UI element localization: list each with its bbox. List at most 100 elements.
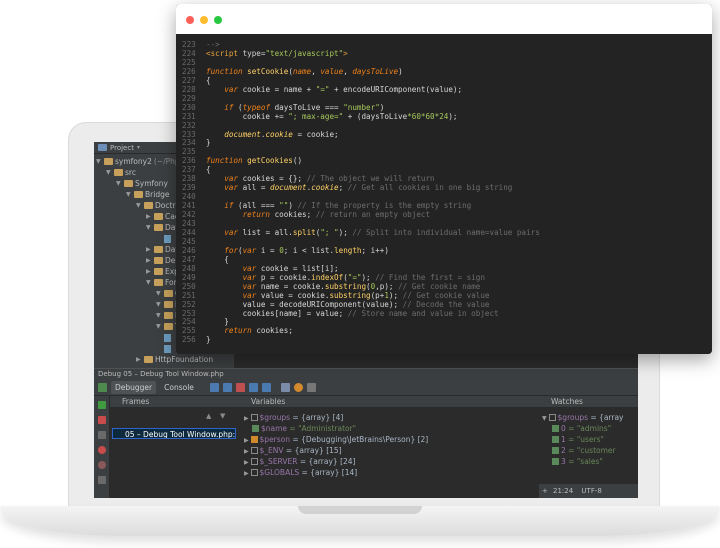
evaluate-icon[interactable] <box>293 383 303 392</box>
rerun-icon[interactable] <box>98 383 107 392</box>
force-step-into-icon[interactable] <box>235 383 245 392</box>
variable-value: = {array} [15] <box>283 446 342 455</box>
debug-toolbar: Debugger Console <box>94 380 638 396</box>
window-titlebar[interactable] <box>176 4 712 34</box>
minimize-window-icon[interactable] <box>200 16 208 24</box>
encoding[interactable]: UTF-8 <box>581 487 601 495</box>
line-number: 233 <box>182 129 196 139</box>
variable-row[interactable]: ▶ $_SERVER = {array} [24] <box>244 456 355 467</box>
code-editor[interactable]: 223 --> 224 <script type="text/javascript">… <box>176 34 712 354</box>
resume-icon[interactable] <box>98 401 106 409</box>
arrow-down-icon[interactable]: ▼ <box>220 412 225 420</box>
folder-icon <box>164 323 173 330</box>
mute-breakpoints-icon[interactable] <box>98 461 106 469</box>
run-to-cursor-icon[interactable] <box>261 383 271 392</box>
code-token: all = <box>242 183 271 193</box>
code-token: } <box>206 138 211 148</box>
tab-debugger[interactable]: Debugger <box>111 381 157 394</box>
watch-row[interactable]: ▼ $groups = {array <box>542 412 624 423</box>
watch-name: $groups <box>557 413 588 422</box>
line-text: var p = cookie.indexOf("="); // Find the… <box>206 273 485 282</box>
watch-row[interactable]: 3 = "sales" <box>552 456 603 467</box>
debug-side-toolbar <box>94 396 110 498</box>
variable-name: $name <box>261 424 288 433</box>
code-token: ); <box>338 227 353 237</box>
code-token: var <box>242 263 261 273</box>
chevron-down-icon: ▶ <box>146 268 151 275</box>
code-token: // Split into individual name=value pair… <box>352 227 540 237</box>
tab-console[interactable]: Console <box>160 381 198 394</box>
tree-item[interactable]: ▶ HttpFoundation <box>136 354 213 365</box>
line-text: { <box>206 255 229 264</box>
chevron-down-icon[interactable]: ▾ <box>137 144 140 151</box>
code-token: // return an empty object <box>315 210 431 220</box>
cursor-position[interactable]: 21:24 <box>553 487 573 495</box>
chevron-down-icon: ▶ <box>136 356 141 363</box>
watches-header-label: Watches <box>551 397 583 406</box>
variable-row[interactable]: ▶ $groups = {array} [4] <box>244 412 343 423</box>
frames-icon[interactable] <box>280 383 290 392</box>
variable-row[interactable]: ▶ $person = {Debugging\JetBrains\Person}… <box>244 434 428 445</box>
code-token: ) <box>398 66 403 76</box>
code-token: } <box>206 335 211 345</box>
line-text: var cookie = name + "=" + encodeURICompo… <box>206 85 462 94</box>
stop-icon[interactable] <box>98 416 106 424</box>
arrow-up-icon[interactable]: ▲ <box>206 412 211 420</box>
line-number: 245 <box>182 236 196 246</box>
gear-icon[interactable] <box>98 476 106 484</box>
tree-item[interactable] <box>156 332 173 343</box>
step-over-icon[interactable] <box>209 383 219 392</box>
code-token: "text/javascript" <box>265 48 344 58</box>
step-out-icon[interactable] <box>248 383 258 392</box>
code-token: split <box>292 227 316 237</box>
code-token: var <box>224 183 243 193</box>
file-icon <box>164 344 171 353</box>
code-token: typeof <box>242 102 275 112</box>
breakpoints-icon[interactable] <box>98 446 106 454</box>
watch-row[interactable]: 0 = "admins" <box>552 423 611 434</box>
maximize-window-icon[interactable] <box>214 16 222 24</box>
line-number: 238 <box>182 174 196 184</box>
line-text: function getCookies() <box>206 156 302 165</box>
tree-item-label: Symfony <box>135 179 168 188</box>
line-number: 241 <box>182 201 196 211</box>
tree-item[interactable] <box>156 343 173 354</box>
array-icon <box>250 469 258 476</box>
variable-row[interactable]: $name = "Administrator" <box>252 423 356 434</box>
tree-item[interactable]: ▼ Symfony <box>116 178 168 189</box>
folder-icon <box>154 268 163 275</box>
chevron-down-icon: ▼ <box>156 323 161 330</box>
step-into-icon[interactable] <box>222 383 232 392</box>
tree-item[interactable]: ▼ Bridge <box>126 189 169 200</box>
add-watch-icon[interactable]: + <box>542 484 548 498</box>
line-text: if (typeof daysToLive === "number") <box>206 103 384 112</box>
folder-icon <box>164 312 173 319</box>
variables-header: Variables <box>239 396 539 408</box>
frame-selected[interactable]: 05 – Debug Tool Window.php:23 <box>112 428 236 439</box>
array-icon <box>250 414 258 421</box>
line-text: value = decodeURIComponent(value); // De… <box>206 300 490 309</box>
line-number: 232 <box>182 120 196 130</box>
tree-item[interactable] <box>156 233 173 244</box>
line-text: cookies[name] = value; // Store name and… <box>206 309 499 318</box>
code-token: name <box>292 66 312 76</box>
watch-row[interactable]: 1 = "users" <box>552 434 604 445</box>
variable-row[interactable]: ▶ $GLOBALS = {array} [14] <box>244 467 357 478</box>
variable-row[interactable]: ▶ $_ENV = {array} [15] <box>244 445 342 456</box>
watch-row[interactable]: 2 = "customer <box>552 445 616 456</box>
close-window-icon[interactable] <box>186 16 194 24</box>
string-icon <box>552 425 559 432</box>
tree-item[interactable]: ▼ src <box>106 167 136 178</box>
settings-icon[interactable] <box>306 383 316 392</box>
pause-icon[interactable] <box>98 431 106 439</box>
code-token: cookies = {}; <box>242 174 307 184</box>
chevron-down-icon: ▼ <box>126 191 131 198</box>
code-token: if <box>224 102 239 112</box>
watch-value: = "customer <box>565 446 616 455</box>
chevron-down-icon: ▼ <box>96 158 101 165</box>
code-token: <script <box>206 48 243 58</box>
code-token: ) <box>379 102 385 112</box>
